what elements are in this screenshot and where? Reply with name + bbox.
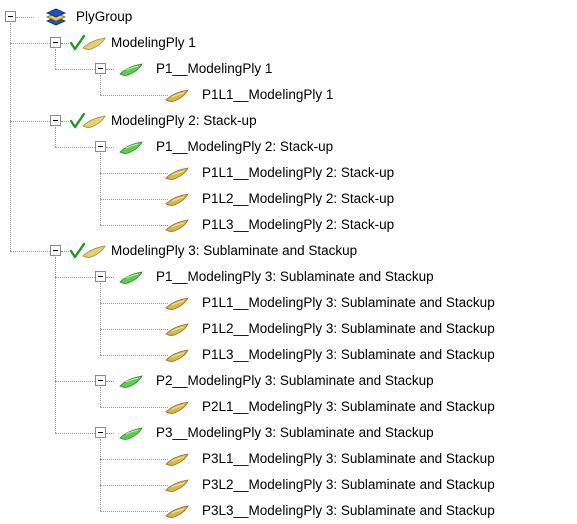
ply-tree-view[interactable]: PlyGroup ModelingPly 1 P1__ModelingPly 1 P1… [0, 0, 577, 518]
tree-node-label: P1L3__ModelingPly 2: Stack-up [202, 217, 395, 232]
analysis-ply-icon [160, 397, 200, 420]
modeling-ply-check-icon [69, 33, 109, 56]
tree-node-label: ModelingPly 2: Stack-up [111, 113, 257, 128]
tree-connector [55, 69, 95, 70]
tree-node-p1l3-modelingply-3-sublaminate-and-stackup[interactable]: P1L3__ModelingPly 3: Sublaminate and Sta… [0, 342, 577, 368]
tree-node-label: PlyGroup [76, 9, 133, 24]
tree-node-modelingply-1[interactable]: ModelingPly 1 [0, 30, 577, 56]
tree-node-p3l2-modelingply-3-sublaminate-and-stackup[interactable]: P3L2__ModelingPly 3: Sublaminate and Sta… [0, 472, 577, 498]
tree-connector [10, 121, 50, 122]
tree-node-label: P2L1__ModelingPly 3: Sublaminate and Sta… [202, 399, 495, 414]
analysis-ply-icon [160, 215, 200, 238]
tree-connector [10, 251, 50, 252]
collapse-toggle[interactable] [50, 115, 61, 126]
analysis-ply-icon [160, 345, 200, 368]
tree-node-label: P2__ModelingPly 3: Sublaminate and Stack… [156, 373, 434, 388]
analysis-ply-icon [160, 501, 200, 524]
tree-node-plygroup[interactable]: PlyGroup [0, 4, 577, 30]
tree-connector [100, 511, 168, 512]
tree-node-p1l1-modelingply-1[interactable]: P1L1__ModelingPly 1 [0, 82, 577, 108]
tree-node-p1-modelingply-2-stack-up[interactable]: P1__ModelingPly 2: Stack-up [0, 134, 577, 160]
tree-connector [100, 355, 168, 356]
tree-connector [100, 407, 168, 408]
tree-node-modelingply-3-sublaminate-and-stackup[interactable]: ModelingPly 3: Sublaminate and Stackup [0, 238, 577, 264]
tree-connector [106, 277, 114, 278]
tree-node-p1l1-modelingply-3-sublaminate-and-stackup[interactable]: P1L1__ModelingPly 3: Sublaminate and Sta… [0, 290, 577, 316]
analysis-ply-icon [160, 319, 200, 342]
production-ply-icon [114, 267, 154, 290]
tree-connector [55, 433, 95, 434]
tree-node-label: P1__ModelingPly 2: Stack-up [156, 139, 334, 154]
tree-node-p3-modelingply-3-sublaminate-and-stackup[interactable]: P3__ModelingPly 3: Sublaminate and Stack… [0, 420, 577, 446]
tree-connector [61, 121, 69, 122]
tree-connector [55, 381, 95, 382]
production-ply-icon [114, 371, 154, 394]
tree-node-p3l3-modelingply-3-sublaminate-and-stackup[interactable]: P3L3__ModelingPly 3: Sublaminate and Sta… [0, 498, 577, 524]
tree-connector [100, 329, 168, 330]
analysis-ply-icon [160, 475, 200, 498]
analysis-ply-icon [160, 293, 200, 316]
tree-connector [100, 459, 168, 460]
tree-node-p1l2-modelingply-2-stack-up[interactable]: P1L2__ModelingPly 2: Stack-up [0, 186, 577, 212]
tree-node-label: P3__ModelingPly 3: Sublaminate and Stack… [156, 425, 434, 440]
analysis-ply-icon [160, 189, 200, 212]
tree-node-label: P1L2__ModelingPly 3: Sublaminate and Sta… [202, 321, 495, 336]
analysis-ply-icon [160, 163, 200, 186]
tree-connector [106, 147, 114, 148]
tree-node-label: P1L1__ModelingPly 3: Sublaminate and Sta… [202, 295, 495, 310]
tree-connector [10, 43, 50, 44]
tree-node-label: P1__ModelingPly 1 [156, 61, 273, 76]
tree-node-label: P1L1__ModelingPly 1 [202, 87, 334, 102]
tree-connector [100, 303, 168, 304]
tree-connector [61, 43, 69, 44]
modeling-ply-check-icon [69, 111, 109, 134]
tree-node-p1l1-modelingply-2-stack-up[interactable]: P1L1__ModelingPly 2: Stack-up [0, 160, 577, 186]
tree-node-p1-modelingply-3-sublaminate-and-stackup[interactable]: P1__ModelingPly 3: Sublaminate and Stack… [0, 264, 577, 290]
collapse-toggle[interactable] [95, 375, 106, 386]
tree-node-label: P1L3__ModelingPly 3: Sublaminate and Sta… [202, 347, 495, 362]
tree-node-p1-modelingply-1[interactable]: P1__ModelingPly 1 [0, 56, 577, 82]
tree-connector [16, 17, 34, 18]
collapse-toggle[interactable] [95, 271, 106, 282]
tree-node-p2l1-modelingply-3-sublaminate-and-stackup[interactable]: P2L1__ModelingPly 3: Sublaminate and Sta… [0, 394, 577, 420]
tree-node-label: P1L2__ModelingPly 2: Stack-up [202, 191, 395, 206]
production-ply-icon [114, 59, 154, 82]
layers-stack-icon [45, 7, 67, 30]
tree-node-p1l2-modelingply-3-sublaminate-and-stackup[interactable]: P1L2__ModelingPly 3: Sublaminate and Sta… [0, 316, 577, 342]
analysis-ply-icon [160, 449, 200, 472]
tree-connector [106, 69, 114, 70]
tree-node-label: ModelingPly 3: Sublaminate and Stackup [111, 243, 358, 258]
collapse-toggle[interactable] [95, 141, 106, 152]
collapse-toggle[interactable] [95, 63, 106, 74]
tree-connector [100, 485, 168, 486]
tree-node-label: P3L3__ModelingPly 3: Sublaminate and Sta… [202, 503, 495, 518]
collapse-toggle[interactable] [50, 37, 61, 48]
collapse-toggle[interactable] [5, 11, 16, 22]
collapse-toggle[interactable] [95, 427, 106, 438]
tree-connector [61, 251, 69, 252]
production-ply-icon [114, 423, 154, 446]
tree-node-label: ModelingPly 1 [111, 35, 196, 50]
tree-connector [55, 147, 95, 148]
tree-node-label: P3L2__ModelingPly 3: Sublaminate and Sta… [202, 477, 495, 492]
production-ply-icon [114, 137, 154, 160]
tree-node-label: P1__ModelingPly 3: Sublaminate and Stack… [156, 269, 434, 284]
collapse-toggle[interactable] [50, 245, 61, 256]
tree-connector [100, 173, 168, 174]
modeling-ply-check-icon [69, 241, 109, 264]
tree-node-p3l1-modelingply-3-sublaminate-and-stackup[interactable]: P3L1__ModelingPly 3: Sublaminate and Sta… [0, 446, 577, 472]
tree-node-p2-modelingply-3-sublaminate-and-stackup[interactable]: P2__ModelingPly 3: Sublaminate and Stack… [0, 368, 577, 394]
tree-connector [106, 433, 114, 434]
tree-node-modelingply-2-stack-up[interactable]: ModelingPly 2: Stack-up [0, 108, 577, 134]
tree-connector [100, 225, 168, 226]
tree-node-label: P3L1__ModelingPly 3: Sublaminate and Sta… [202, 451, 495, 466]
tree-node-label: P1L1__ModelingPly 2: Stack-up [202, 165, 395, 180]
tree-node-p1l3-modelingply-2-stack-up[interactable]: P1L3__ModelingPly 2: Stack-up [0, 212, 577, 238]
tree-connector [100, 199, 168, 200]
tree-connector [100, 95, 168, 96]
tree-connector [55, 277, 95, 278]
tree-connector [106, 381, 114, 382]
analysis-ply-icon [160, 85, 200, 108]
